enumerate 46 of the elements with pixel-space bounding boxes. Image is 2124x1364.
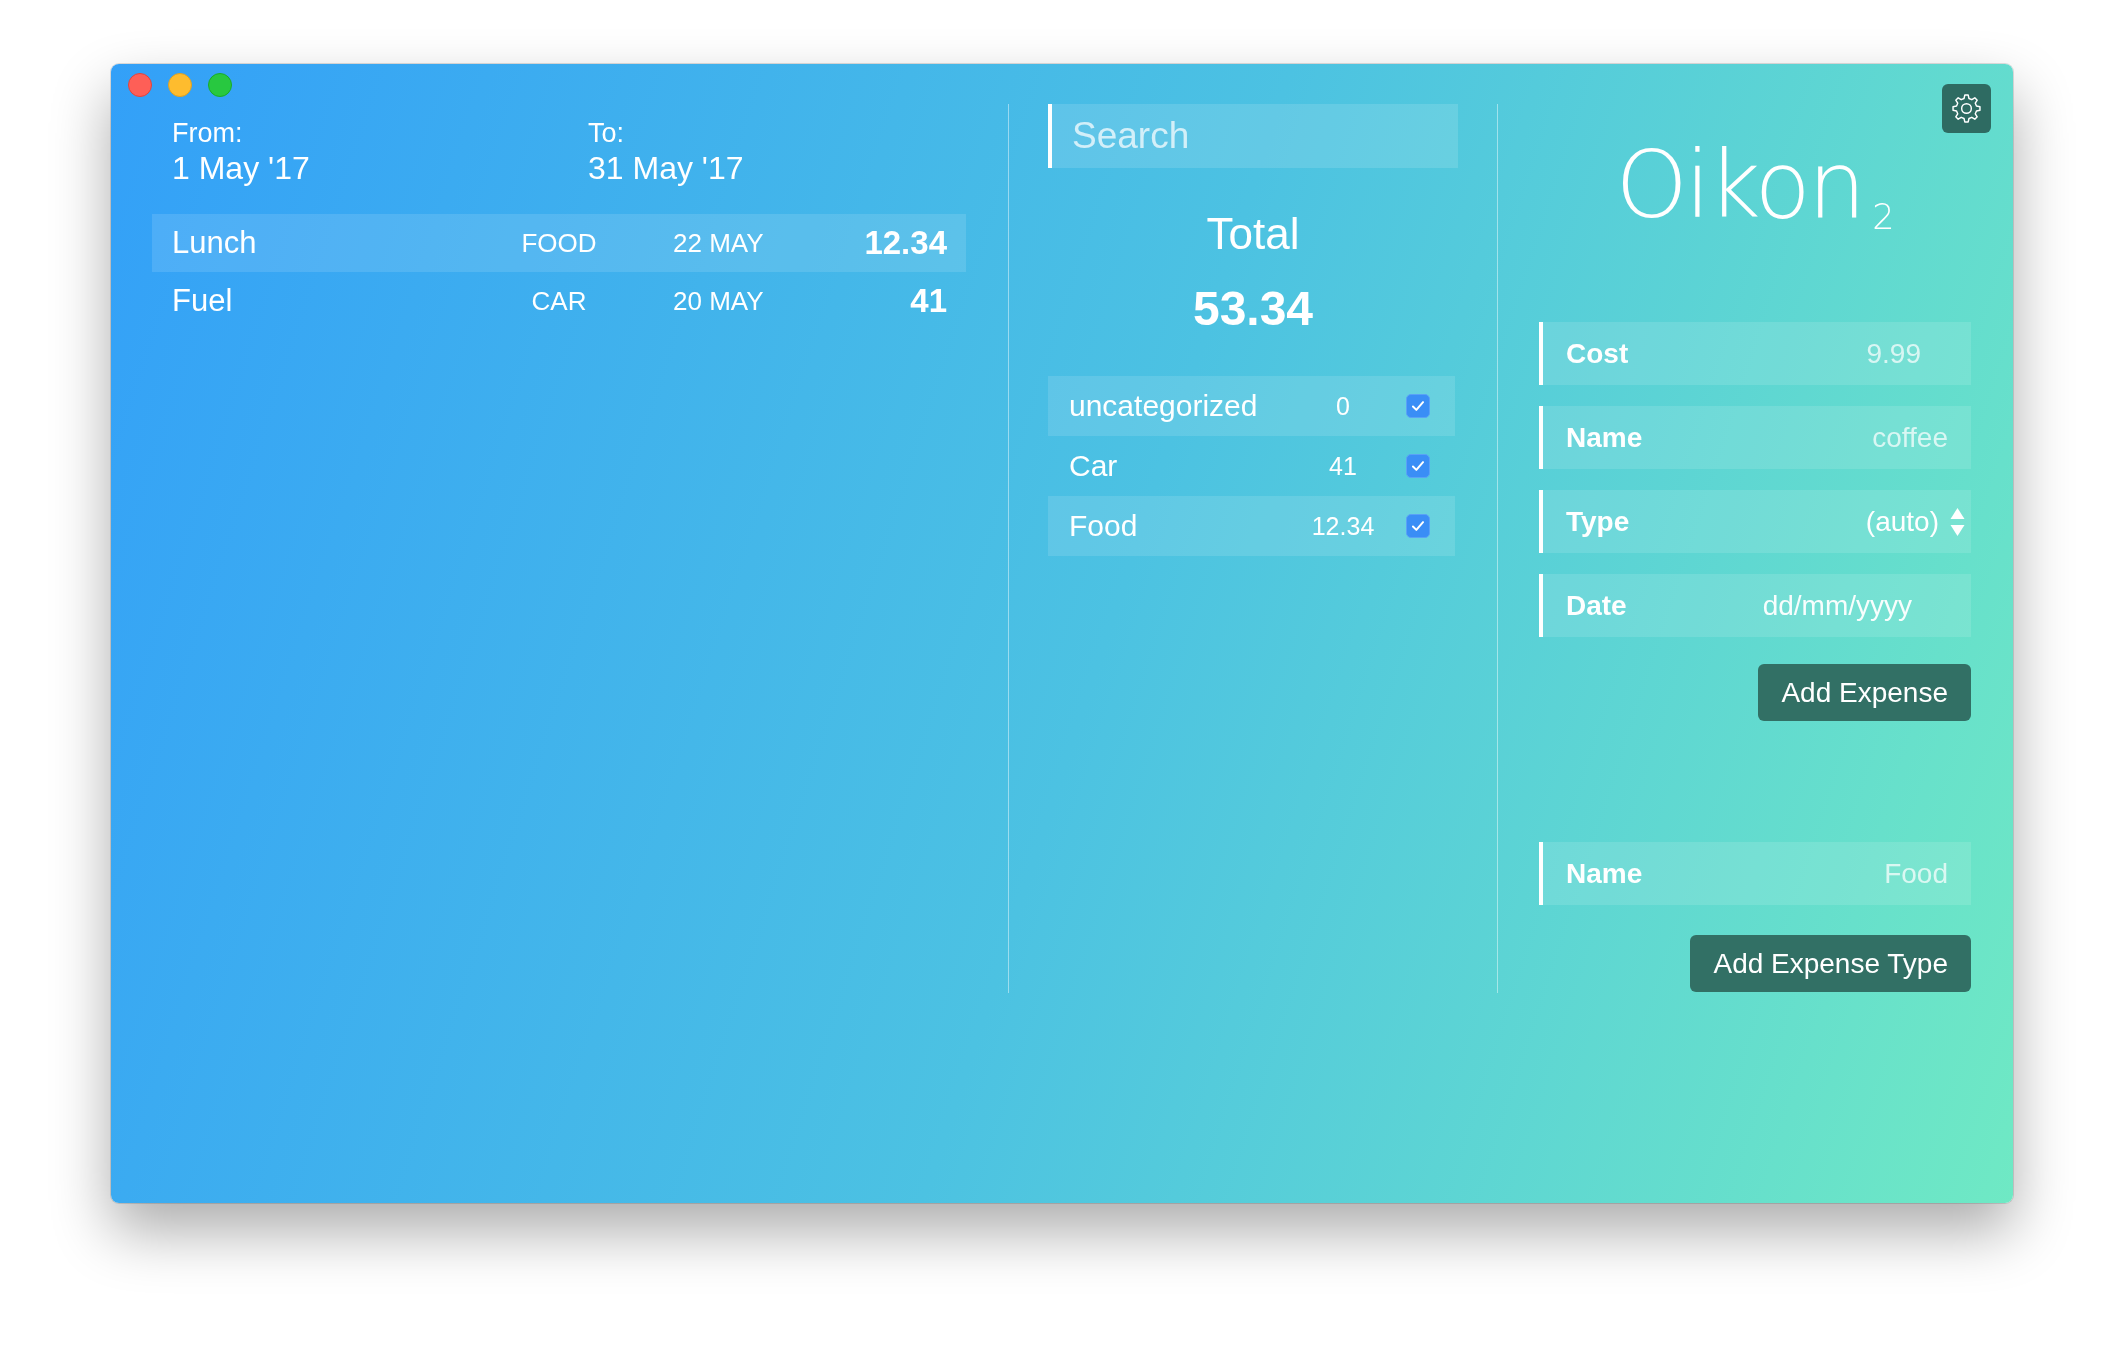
expense-name: Lunch	[172, 225, 257, 261]
minimize-icon[interactable]	[168, 73, 192, 97]
field-label: Type	[1566, 505, 1630, 538]
dropdown[interactable]: (auto)	[1865, 505, 1965, 538]
expense-name: Fuel	[172, 283, 233, 319]
expense-amount: 12.34	[864, 224, 947, 262]
field-label: Date	[1566, 589, 1627, 622]
form-field[interactable]: Cost 9.99	[1539, 322, 1971, 385]
expense-category: FOOD	[521, 227, 597, 259]
category-amount: 0	[1336, 391, 1350, 421]
date-value[interactable]: 1 May '17	[172, 149, 310, 187]
expense-category: CAR	[531, 285, 587, 317]
category-name: Car	[1069, 449, 1118, 483]
text-input[interactable]: Food	[1654, 842, 1971, 905]
form-field[interactable]: Name coffee	[1539, 406, 1971, 469]
field-label: Name	[1566, 421, 1643, 454]
form-field[interactable]: Date dd/mm/yyyy	[1539, 574, 1971, 637]
date-label: From:	[172, 118, 243, 149]
expense-date: 22 MAY	[673, 227, 764, 259]
text-input[interactable]: 9.99	[1640, 322, 1971, 385]
total-amount: 53.34	[1191, 281, 1315, 336]
field-label: Name	[1566, 857, 1643, 890]
add-expense-type-button[interactable]: Add Expense Type	[1690, 935, 1971, 992]
field-label: Cost	[1566, 337, 1629, 370]
form-field[interactable]: Name Food	[1539, 842, 1971, 905]
checkbox[interactable]	[1406, 514, 1430, 538]
checkbox[interactable]	[1406, 394, 1430, 418]
app-logo: Oikon$_{2}$	[1615, 137, 1895, 235]
settings-icon	[1951, 93, 1982, 124]
expense-amount: 41	[910, 282, 947, 320]
expense-row[interactable]: Lunch FOOD 22 MAY 12.34	[152, 214, 966, 272]
add-expense-button[interactable]: Add Expense	[1758, 664, 1971, 721]
total-label: Total	[1205, 209, 1301, 259]
category-name: uncategorized	[1069, 389, 1258, 423]
checkbox[interactable]	[1406, 454, 1430, 478]
date-value[interactable]: 31 May '17	[588, 149, 744, 187]
settings-button[interactable]	[1942, 84, 1991, 133]
category-amount: 41	[1329, 451, 1357, 481]
form-field[interactable]: Type (auto)	[1539, 490, 1971, 553]
date-input[interactable]: dd/mm/yyyy	[1638, 574, 1971, 637]
up-down-arrows-icon	[1950, 506, 1965, 537]
category-name: Food	[1069, 509, 1138, 543]
expense-date: 20 MAY	[673, 285, 764, 317]
category-amount: 12.34	[1311, 511, 1375, 541]
text-input[interactable]: coffee	[1654, 406, 1971, 469]
date-label: To:	[588, 118, 625, 149]
